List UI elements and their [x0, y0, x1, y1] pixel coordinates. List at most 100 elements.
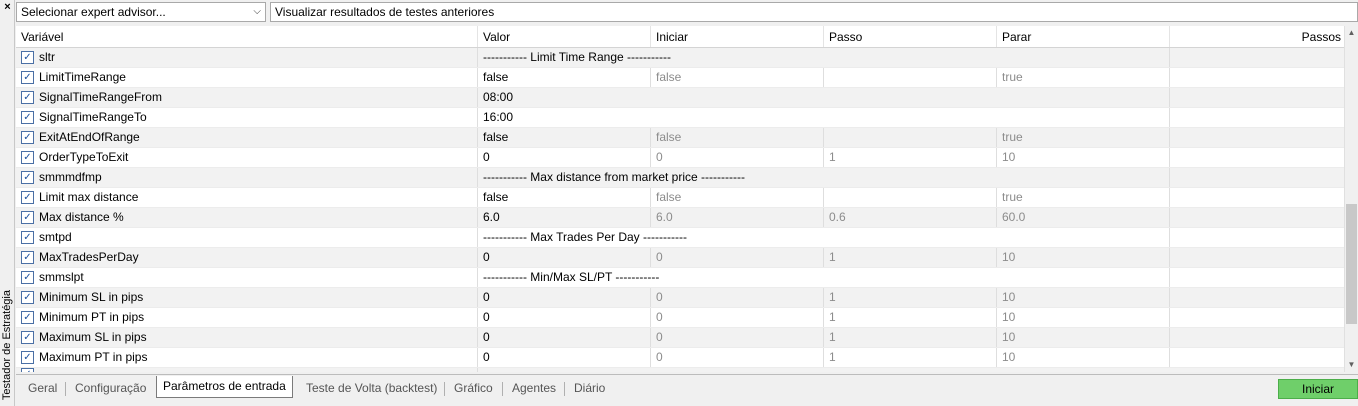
stop-cell[interactable]: 10: [997, 148, 1170, 167]
start-cell[interactable]: 0: [651, 308, 824, 327]
param-checkbox[interactable]: ✓: [21, 271, 34, 284]
param-checkbox[interactable]: ✓: [21, 111, 34, 124]
close-icon[interactable]: ×: [0, 0, 15, 16]
param-name-cell: ✓ smtpd: [16, 228, 478, 247]
value-cell[interactable]: 0: [478, 308, 651, 327]
stop-cell[interactable]: true: [997, 128, 1170, 147]
value-cell[interactable]: 0: [478, 288, 651, 307]
param-checkbox[interactable]: ✓: [21, 311, 34, 324]
start-cell[interactable]: 0: [651, 248, 824, 267]
tab-general[interactable]: Geral: [22, 378, 63, 398]
table-row[interactable]: ✓ OrderTypeToExit 0 0 1 10: [16, 148, 1344, 168]
stop-cell[interactable]: 10: [997, 248, 1170, 267]
value-cell[interactable]: false: [478, 68, 651, 87]
param-checkbox[interactable]: ✓: [21, 351, 34, 364]
param-checkbox[interactable]: ✓: [21, 291, 34, 304]
param-checkbox[interactable]: ✓: [21, 251, 34, 264]
start-button[interactable]: Iniciar: [1278, 379, 1358, 399]
table-row[interactable]: ✓ smtpd ----------- Max Trades Per Day ---…: [16, 228, 1344, 248]
table-row[interactable]: ✓ Minimum SL in pips 0 0 1 10: [16, 288, 1344, 308]
start-cell[interactable]: 0: [651, 288, 824, 307]
value-cell[interactable]: false: [478, 128, 651, 147]
stop-cell[interactable]: 10: [997, 308, 1170, 327]
start-cell[interactable]: false: [651, 128, 824, 147]
step-cell[interactable]: 1: [824, 148, 997, 167]
stop-cell[interactable]: 10: [997, 328, 1170, 347]
table-row[interactable]: ✓ sltr ----------- Limit Time Range ------…: [16, 48, 1344, 68]
param-checkbox[interactable]: ✓: [21, 211, 34, 224]
vertical-scrollbar[interactable]: ▲ ▼: [1344, 26, 1358, 372]
step-cell[interactable]: [824, 68, 997, 87]
table-row[interactable]: ✓ SignalTimeRangeTo 16:00: [16, 108, 1344, 128]
start-cell[interactable]: 0: [651, 348, 824, 367]
value-cell[interactable]: 0: [478, 328, 651, 347]
start-cell[interactable]: 0: [651, 148, 824, 167]
param-name: OrderTypeToExit: [39, 150, 129, 164]
table-row[interactable]: ✓ Maximum SL in pips 0 0 1 10: [16, 328, 1344, 348]
table-row[interactable]: ✓ LimitTimeRange false false true: [16, 68, 1344, 88]
tab-backtest[interactable]: Teste de Volta (backtest): [300, 378, 443, 398]
param-checkbox[interactable]: ✓: [21, 71, 34, 84]
tab-journal[interactable]: Diário: [568, 378, 611, 398]
param-checkbox[interactable]: ✓: [21, 191, 34, 204]
stop-cell[interactable]: 60.0: [997, 208, 1170, 227]
column-header-variable[interactable]: Variável: [16, 26, 478, 47]
tab-input-parameters[interactable]: Parâmetros de entrada: [156, 376, 293, 398]
scroll-up-icon[interactable]: ▲: [1345, 26, 1358, 40]
step-cell[interactable]: 1: [824, 248, 997, 267]
step-cell[interactable]: 0.6: [824, 208, 997, 227]
table-row[interactable]: ✓ SignalTimeRangeFrom 08:00: [16, 88, 1344, 108]
stop-cell[interactable]: true: [997, 68, 1170, 87]
value-cell[interactable]: false: [478, 188, 651, 207]
stop-cell[interactable]: true: [997, 188, 1170, 207]
table-row[interactable]: ✓ Maximum PT in pips 0 0 1 10: [16, 348, 1344, 368]
table-row[interactable]: ✓ smmslpt ----------- Min/Max SL/PT ------…: [16, 268, 1344, 288]
tab-settings[interactable]: Configuração: [69, 378, 152, 398]
expert-advisor-select[interactable]: Selecionar expert advisor... ⌵: [16, 2, 266, 22]
stop-cell[interactable]: 10: [997, 348, 1170, 367]
scrollbar-thumb[interactable]: [1346, 204, 1357, 324]
step-cell[interactable]: [824, 128, 997, 147]
column-header-step[interactable]: Passo: [824, 26, 997, 47]
table-row[interactable]: ✓ smmmdfmp ----------- Max distance from m…: [16, 168, 1344, 188]
value-cell[interactable]: 6.0: [478, 208, 651, 227]
column-header-steps[interactable]: Passos: [1170, 26, 1344, 47]
column-header-start[interactable]: Iniciar: [651, 26, 824, 47]
param-checkbox[interactable]: ✓: [21, 91, 34, 104]
param-checkbox[interactable]: ✓: [21, 231, 34, 244]
previous-results-select[interactable]: Visualizar resultados de testes anterior…: [270, 2, 1358, 22]
value-cell[interactable]: 16:00: [478, 108, 1170, 127]
stop-cell[interactable]: 10: [997, 288, 1170, 307]
table-row[interactable]: ✓ MaxTradesPerDay 0 0 1 10: [16, 248, 1344, 268]
column-header-stop[interactable]: Parar: [997, 26, 1170, 47]
step-cell[interactable]: 1: [824, 328, 997, 347]
step-cell[interactable]: 1: [824, 308, 997, 327]
param-checkbox[interactable]: ✓: [21, 368, 34, 372]
param-checkbox[interactable]: ✓: [21, 51, 34, 64]
param-checkbox[interactable]: ✓: [21, 171, 34, 184]
param-checkbox[interactable]: ✓: [21, 151, 34, 164]
table-row[interactable]: ✓ ExitAtEndOfRange false false true: [16, 128, 1344, 148]
step-cell[interactable]: [824, 188, 997, 207]
start-cell[interactable]: 6.0: [651, 208, 824, 227]
step-cell[interactable]: 1: [824, 288, 997, 307]
start-cell[interactable]: false: [651, 68, 824, 87]
param-checkbox[interactable]: ✓: [21, 331, 34, 344]
value-cell[interactable]: 0: [478, 148, 651, 167]
param-checkbox[interactable]: ✓: [21, 131, 34, 144]
tab-agents[interactable]: Agentes: [506, 378, 562, 398]
scroll-down-icon[interactable]: ▼: [1345, 358, 1358, 372]
table-row[interactable]: ✓ Limit max distance false false true: [16, 188, 1344, 208]
value-cell[interactable]: 0: [478, 348, 651, 367]
tab-graph[interactable]: Gráfico: [448, 378, 499, 398]
value-cell[interactable]: 0: [478, 248, 651, 267]
start-cell[interactable]: false: [651, 188, 824, 207]
param-name: ExitAtEndOfRange: [39, 130, 140, 144]
table-row[interactable]: ✓ Minimum PT in pips 0 0 1 10: [16, 308, 1344, 328]
column-header-value[interactable]: Valor: [478, 26, 651, 47]
step-cell[interactable]: 1: [824, 348, 997, 367]
start-cell[interactable]: 0: [651, 328, 824, 347]
value-cell[interactable]: 08:00: [478, 88, 1170, 107]
table-row[interactable]: ✓: [16, 368, 1344, 372]
table-row[interactable]: ✓ Max distance % 6.0 6.0 0.6 60.0: [16, 208, 1344, 228]
